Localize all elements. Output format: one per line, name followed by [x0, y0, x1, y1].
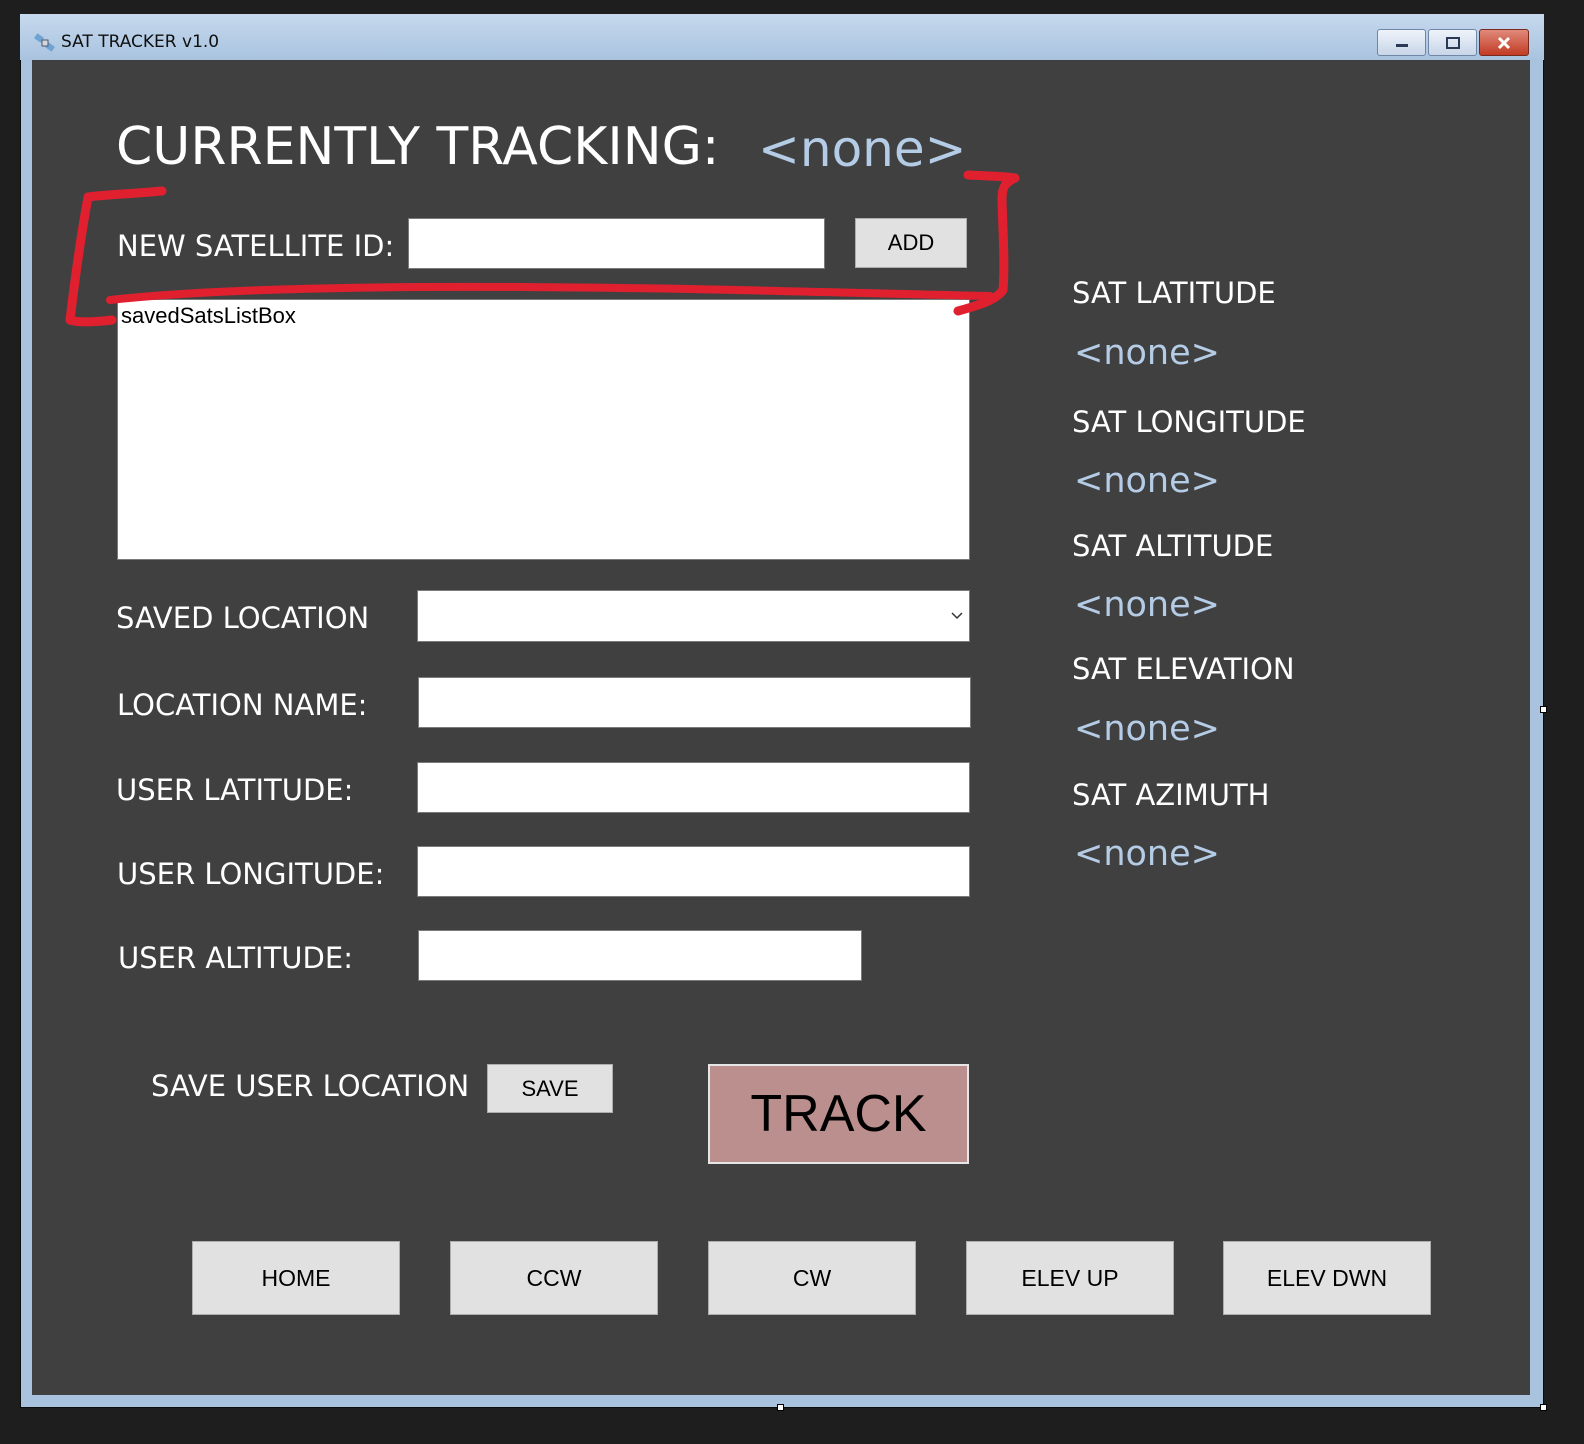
red-annotation-bracket: [65, 170, 1020, 327]
